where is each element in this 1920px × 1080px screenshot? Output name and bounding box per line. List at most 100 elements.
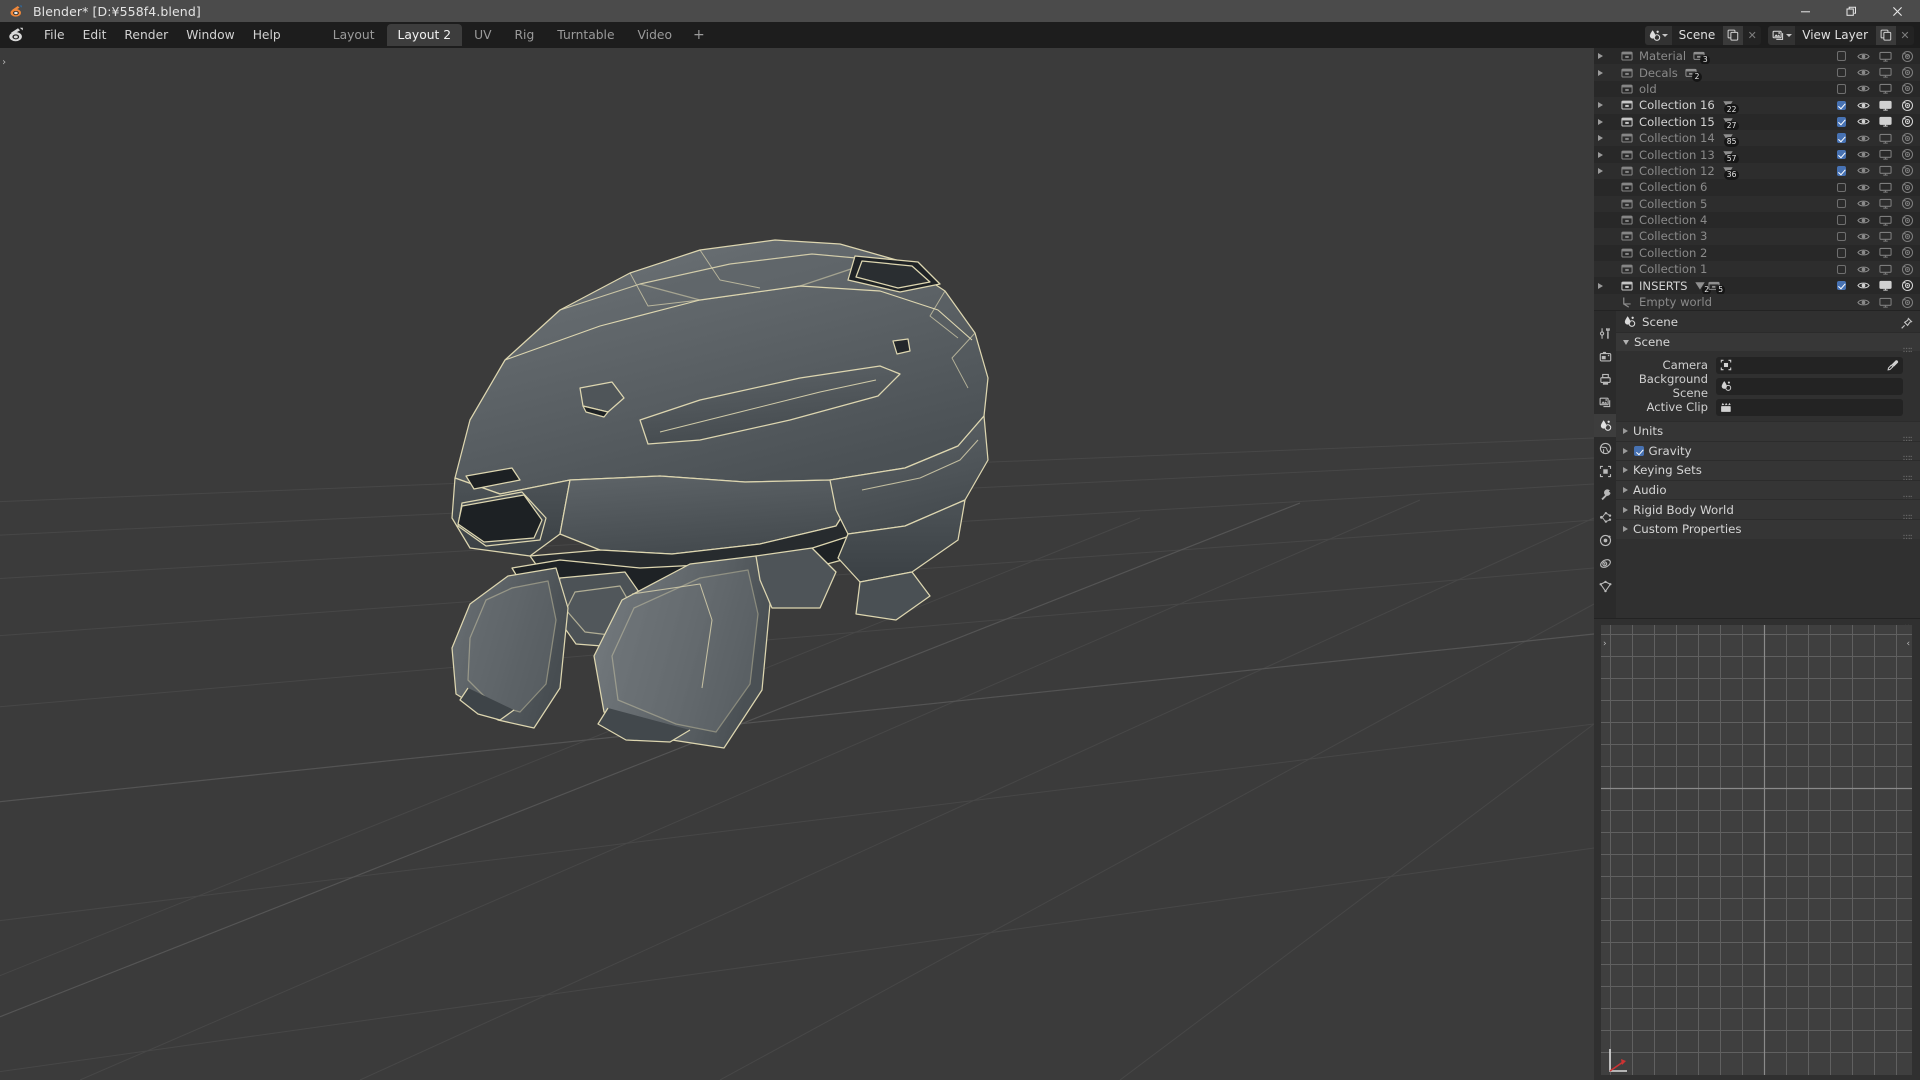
outliner-row-label[interactable]: Collection 6 bbox=[1639, 180, 1707, 194]
camera-icon[interactable] bbox=[1901, 99, 1914, 112]
property-panel-keying-sets[interactable]: Keying Sets bbox=[1616, 460, 1920, 481]
outliner-row-label[interactable]: Empty world bbox=[1639, 295, 1712, 309]
monitor-icon[interactable] bbox=[1879, 279, 1892, 292]
camera-icon[interactable] bbox=[1901, 82, 1914, 95]
exclude-checkbox[interactable] bbox=[1835, 197, 1848, 210]
camera-icon[interactable] bbox=[1901, 148, 1914, 161]
eye-icon[interactable] bbox=[1857, 263, 1870, 276]
properties-tab-constraints[interactable] bbox=[1594, 552, 1616, 575]
unlink-scene-button[interactable]: ✕ bbox=[1743, 26, 1761, 45]
menu-render[interactable]: Render bbox=[115, 25, 177, 45]
eye-icon[interactable] bbox=[1857, 230, 1870, 243]
outliner-row-label[interactable]: Collection 2 bbox=[1639, 246, 1707, 260]
monitor-icon[interactable] bbox=[1879, 99, 1892, 112]
view-layer-icon[interactable] bbox=[1768, 25, 1796, 45]
exclude-checkbox[interactable] bbox=[1835, 132, 1848, 145]
outliner-row[interactable]: Collection 2 bbox=[1594, 245, 1920, 261]
eye-icon[interactable] bbox=[1857, 164, 1870, 177]
exclude-checkbox[interactable] bbox=[1835, 50, 1848, 63]
monitor-icon[interactable] bbox=[1879, 164, 1892, 177]
unlink-viewlayer-button[interactable]: ✕ bbox=[1896, 26, 1914, 45]
properties-tab-particles[interactable] bbox=[1594, 506, 1616, 529]
outliner-row[interactable]: Collection 5 bbox=[1594, 195, 1920, 212]
camera-icon[interactable] bbox=[1901, 66, 1914, 79]
properties-tab-data[interactable] bbox=[1594, 575, 1616, 598]
properties-tab-world[interactable] bbox=[1594, 437, 1616, 460]
properties-tab-modifiers[interactable] bbox=[1594, 483, 1616, 506]
eye-icon[interactable] bbox=[1857, 246, 1870, 259]
bottom-editor-left-toggle[interactable]: › bbox=[1602, 639, 1607, 649]
background-scene-field[interactable] bbox=[1716, 377, 1903, 395]
outliner-row[interactable]: Collection 14 85 bbox=[1594, 129, 1920, 148]
menu-file[interactable]: File bbox=[35, 25, 74, 45]
expand-triangle-icon[interactable] bbox=[1594, 167, 1607, 174]
eye-icon[interactable] bbox=[1857, 279, 1870, 292]
workspace-tab-rig[interactable]: Rig bbox=[504, 24, 546, 46]
scene-icon[interactable] bbox=[1644, 25, 1672, 45]
monitor-icon[interactable] bbox=[1879, 263, 1892, 276]
property-panel-gravity[interactable]: Gravity bbox=[1616, 440, 1920, 461]
camera-icon[interactable] bbox=[1901, 296, 1914, 309]
menu-window[interactable]: Window bbox=[177, 25, 244, 45]
outliner-row-label[interactable]: Collection 14 bbox=[1639, 131, 1715, 145]
property-panel-audio[interactable]: Audio bbox=[1616, 479, 1920, 500]
outliner-row-label[interactable]: Decals bbox=[1639, 66, 1678, 80]
eye-icon[interactable] bbox=[1857, 99, 1870, 112]
bottom-editor[interactable]: ⌄ bbox=[1594, 618, 1920, 1080]
monitor-icon[interactable] bbox=[1879, 50, 1892, 63]
exclude-checkbox[interactable] bbox=[1835, 214, 1848, 227]
monitor-icon[interactable] bbox=[1879, 181, 1892, 194]
monitor-icon[interactable] bbox=[1879, 197, 1892, 210]
expand-triangle-icon[interactable] bbox=[1594, 282, 1607, 289]
properties-tab-scene[interactable] bbox=[1594, 414, 1616, 437]
camera-field[interactable] bbox=[1716, 356, 1903, 374]
outliner-row[interactable]: Collection 1 bbox=[1594, 261, 1920, 278]
exclude-checkbox[interactable] bbox=[1835, 66, 1848, 79]
monitor-icon[interactable] bbox=[1879, 214, 1892, 227]
monitor-icon[interactable] bbox=[1879, 132, 1892, 145]
property-panel-units[interactable]: Units bbox=[1616, 421, 1920, 441]
bottom-editor-canvas[interactable]: › ‹ bbox=[1601, 625, 1912, 1075]
outliner-row-label[interactable]: Collection 13 bbox=[1639, 148, 1715, 162]
scene-name-value[interactable]: Scene bbox=[1672, 28, 1724, 42]
restore-button[interactable] bbox=[1828, 0, 1874, 22]
property-panel-custom-properties[interactable]: Custom Properties bbox=[1616, 518, 1920, 539]
bottom-editor-right-toggle[interactable]: ‹ bbox=[1906, 639, 1911, 649]
exclude-checkbox[interactable] bbox=[1835, 263, 1848, 276]
outliner-row[interactable]: old bbox=[1594, 81, 1920, 97]
monitor-icon[interactable] bbox=[1879, 296, 1892, 309]
monitor-icon[interactable] bbox=[1879, 230, 1892, 243]
close-button[interactable] bbox=[1874, 0, 1920, 22]
exclude-checkbox[interactable] bbox=[1835, 230, 1848, 243]
outliner-row-label[interactable]: Material bbox=[1639, 49, 1686, 63]
outliner-row[interactable]: Collection 15 27 bbox=[1594, 114, 1920, 131]
outliner-row-label[interactable]: INSERTS bbox=[1639, 279, 1687, 293]
eye-icon[interactable] bbox=[1857, 148, 1870, 161]
properties-editor[interactable]: Scene Scene Camera Background Scene Acti… bbox=[1594, 310, 1920, 618]
outliner-row-label[interactable]: Collection 16 bbox=[1639, 98, 1715, 112]
eye-icon[interactable] bbox=[1857, 50, 1870, 63]
eyedropper-icon[interactable] bbox=[1887, 359, 1899, 371]
new-viewlayer-icon[interactable] bbox=[1876, 25, 1896, 45]
outliner-row-label[interactable]: Collection 4 bbox=[1639, 213, 1707, 227]
camera-icon[interactable] bbox=[1901, 115, 1914, 128]
outliner-row[interactable]: Collection 3 bbox=[1594, 228, 1920, 245]
expand-triangle-icon[interactable] bbox=[1594, 118, 1607, 125]
outliner-row-label[interactable]: Collection 12 bbox=[1639, 164, 1715, 178]
viewlayer-name-value[interactable]: View Layer bbox=[1795, 28, 1876, 42]
outliner-row[interactable]: Collection 12 36 bbox=[1594, 162, 1920, 180]
monitor-icon[interactable] bbox=[1879, 246, 1892, 259]
outliner-row-label[interactable]: Collection 1 bbox=[1639, 262, 1707, 276]
minimize-button[interactable] bbox=[1782, 0, 1828, 22]
workspace-tab-turntable[interactable]: Turntable bbox=[546, 24, 625, 46]
camera-icon[interactable] bbox=[1901, 164, 1914, 177]
eye-icon[interactable] bbox=[1857, 115, 1870, 128]
menu-edit[interactable]: Edit bbox=[74, 25, 116, 45]
workspace-tab-uv[interactable]: UV bbox=[463, 24, 502, 46]
exclude-checkbox[interactable] bbox=[1835, 246, 1848, 259]
exclude-checkbox[interactable] bbox=[1835, 181, 1848, 194]
expand-triangle-icon[interactable] bbox=[1594, 151, 1607, 158]
outliner-row-label[interactable]: Collection 3 bbox=[1639, 229, 1707, 243]
camera-icon[interactable] bbox=[1901, 181, 1914, 194]
scene-panel-header[interactable]: Scene bbox=[1616, 332, 1920, 352]
